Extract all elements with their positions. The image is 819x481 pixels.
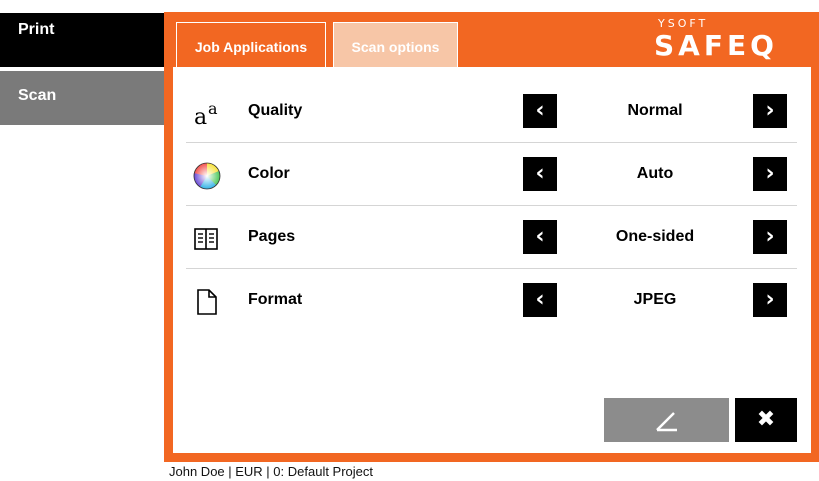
close-button[interactable]: ✖ [735, 398, 797, 442]
tab-job-applications[interactable]: Job Applications [176, 22, 326, 67]
option-value-format: JPEG [633, 291, 677, 308]
logo-safeq-text: SAFEQ [654, 29, 778, 62]
tab-scan-options[interactable]: Scan options [333, 22, 458, 67]
status-text: John Doe | EUR | 0: Default Project [169, 464, 374, 479]
tab-job-applications-label: Job Applications [194, 39, 308, 55]
option-row-pages: Pages ‹ One-sided › [186, 206, 797, 268]
nav-print-label: Print [18, 21, 55, 38]
nav-scan-label: Scan [18, 87, 57, 104]
option-value-color: Auto [636, 165, 674, 182]
option-label-format: Format [248, 291, 303, 308]
option-row-format: Format ‹ JPEG › [186, 269, 797, 331]
tab-scan-options-label: Scan options [351, 39, 440, 55]
option-label-pages: Pages [248, 228, 296, 245]
nav-scan[interactable]: Scan [0, 71, 164, 125]
option-value-quality: Normal [627, 102, 683, 119]
svg-text:a: a [208, 99, 218, 118]
option-row-color: Color ‹ Auto › [186, 143, 797, 205]
file-format-icon [192, 287, 222, 317]
pages-book-icon [192, 224, 222, 254]
nav-print[interactable]: Print [0, 13, 164, 67]
scanner-icon [656, 412, 677, 432]
option-label-color: Color [248, 165, 290, 182]
option-row-quality: a a Quality ‹ Normal › [186, 80, 797, 142]
format-prev-button[interactable]: ‹ [523, 283, 557, 317]
status-bar: John Doe | EUR | 0: Default Project [169, 464, 373, 479]
close-icon: ✖ [756, 407, 776, 432]
color-next-button[interactable]: › [753, 157, 787, 191]
pages-next-button[interactable]: › [753, 220, 787, 254]
ysoft-safeq-logo: YSOFT SAFEQ [650, 17, 819, 62]
svg-text:a: a [194, 105, 207, 128]
color-prev-button[interactable]: ‹ [523, 157, 557, 191]
quality-icon: a a [192, 98, 222, 130]
quality-prev-button[interactable]: ‹ [523, 94, 557, 128]
pages-prev-button[interactable]: ‹ [523, 220, 557, 254]
format-next-button[interactable]: › [753, 283, 787, 317]
option-value-pages: One-sided [615, 228, 695, 245]
start-scan-button[interactable] [604, 398, 729, 442]
color-wheel-icon [192, 161, 222, 191]
quality-next-button[interactable]: › [753, 94, 787, 128]
option-label-quality: Quality [248, 102, 303, 119]
